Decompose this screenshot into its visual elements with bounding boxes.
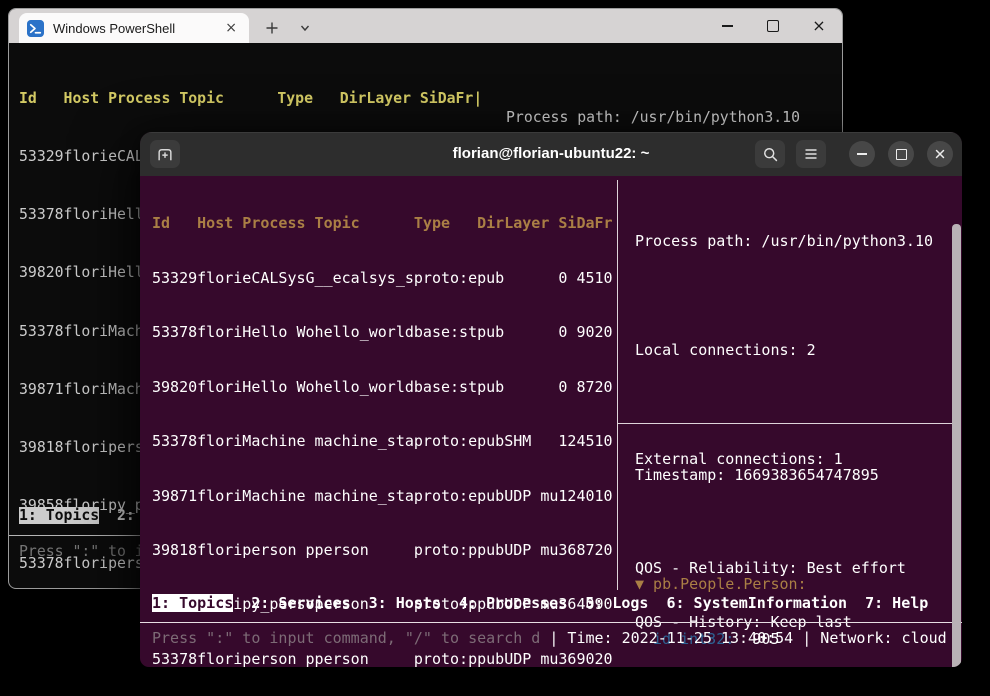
powershell-tab[interactable]: Windows PowerShell × — [19, 13, 249, 43]
tui-tab-bar: 1: Topics 2: Services 3: Hosts 4: Processes… — [152, 594, 946, 612]
powershell-titlebar[interactable]: Windows PowerShell × × — [9, 9, 842, 43]
tab-topics[interactable]: 1: Topics — [19, 507, 99, 524]
table-row[interactable]: 39818floriperson pperson proto:ppubUDP m… — [152, 541, 613, 559]
gnome-terminal: Id Host Process Topic Type DirLayer SiDa… — [140, 176, 962, 667]
status-bar: Press ":" to input command, "/" to searc… — [152, 629, 947, 647]
detail-separator — [618, 423, 952, 424]
scrollbar-thumb[interactable] — [952, 224, 961, 667]
table-row[interactable]: 53378floriMachine machine_staproto:epubS… — [152, 432, 613, 450]
maximize-icon — [767, 20, 779, 32]
detail-line: Process path: /usr/bin/python3.10 — [506, 108, 800, 127]
powershell-tab-title: Windows PowerShell — [53, 21, 175, 36]
detail-line — [635, 287, 933, 305]
table-row[interactable]: 53378floriperson pperson proto:ppubUDP m… — [152, 650, 613, 667]
chevron-down-icon — [299, 22, 311, 34]
table-row[interactable]: 53329florieCALSysG__ecalsys_sproto:epub … — [152, 269, 613, 287]
tab-dropdown-button[interactable] — [293, 16, 317, 40]
close-button[interactable]: × — [796, 9, 842, 43]
table-header: Id Host Process Topic Type DirLayer SiDa… — [152, 214, 613, 232]
minimize-button[interactable] — [849, 141, 875, 167]
plus-icon — [265, 21, 279, 35]
gnome-terminal-window: florian@florian-ubuntu22: ~ — [140, 132, 962, 667]
tree-root[interactable]: ▼ pb.People.Person: — [635, 575, 915, 593]
maximize-icon — [896, 149, 907, 160]
maximize-button[interactable] — [750, 9, 796, 43]
close-button[interactable] — [927, 141, 953, 167]
pane-divider — [617, 180, 618, 590]
tab-systeminformation[interactable]: 6: SystemInformation — [666, 594, 847, 612]
detail-line: Local connections: 2 — [635, 341, 933, 359]
tab-close-icon[interactable]: × — [219, 19, 243, 37]
search-icon — [762, 146, 779, 163]
table-row[interactable]: 53378floriHello Wohello_worldbase:stpub … — [152, 323, 613, 341]
status-hint: Press ":" to input command, "/" to searc… — [152, 629, 549, 647]
hamburger-icon — [803, 146, 819, 162]
close-icon — [934, 148, 946, 160]
status-info: | Time: 2022-11-25 13:40:54 | Network: c… — [549, 629, 946, 647]
minimize-button[interactable] — [704, 9, 750, 43]
tab-processes[interactable]: 4: Processes — [459, 594, 567, 612]
new-tab-icon — [156, 145, 174, 163]
detail-line: Process path: /usr/bin/python3.10 — [635, 232, 933, 250]
new-tab-button[interactable] — [150, 140, 180, 168]
window-title: florian@florian-ubuntu22: ~ — [140, 132, 962, 176]
new-tab-button[interactable] — [259, 16, 285, 40]
detail-line — [635, 396, 933, 414]
tab-topics[interactable]: 1: Topics — [152, 594, 233, 612]
minimize-icon — [857, 153, 867, 155]
window-controls: × — [704, 9, 842, 43]
table-row[interactable]: 39820floriHello Wohello_worldbase:stpub … — [152, 378, 613, 396]
tab-logs[interactable]: 5: Logs — [585, 594, 648, 612]
tab-services[interactable]: 2: Services — [251, 594, 350, 612]
powershell-icon — [27, 20, 44, 37]
blank-line — [635, 521, 915, 539]
timestamp: Timestamp: 1669383654747895 — [635, 466, 915, 484]
search-button[interactable] — [755, 140, 785, 168]
gnome-titlebar[interactable]: florian@florian-ubuntu22: ~ — [140, 132, 962, 176]
tab-hosts[interactable]: 3: Hosts — [369, 594, 441, 612]
table-row[interactable]: 39871floriMachine machine_staproto:epubU… — [152, 487, 613, 505]
desktop: Windows PowerShell × × — [0, 0, 990, 696]
menu-button[interactable] — [796, 140, 826, 168]
status-separator — [140, 622, 962, 623]
table-header: Id Host Process Topic Type DirLayer SiDa… — [19, 89, 482, 108]
maximize-button[interactable] — [888, 141, 914, 167]
close-icon: × — [812, 18, 825, 34]
minimize-icon — [722, 25, 733, 26]
tab-help[interactable]: 7: Help — [865, 594, 928, 612]
